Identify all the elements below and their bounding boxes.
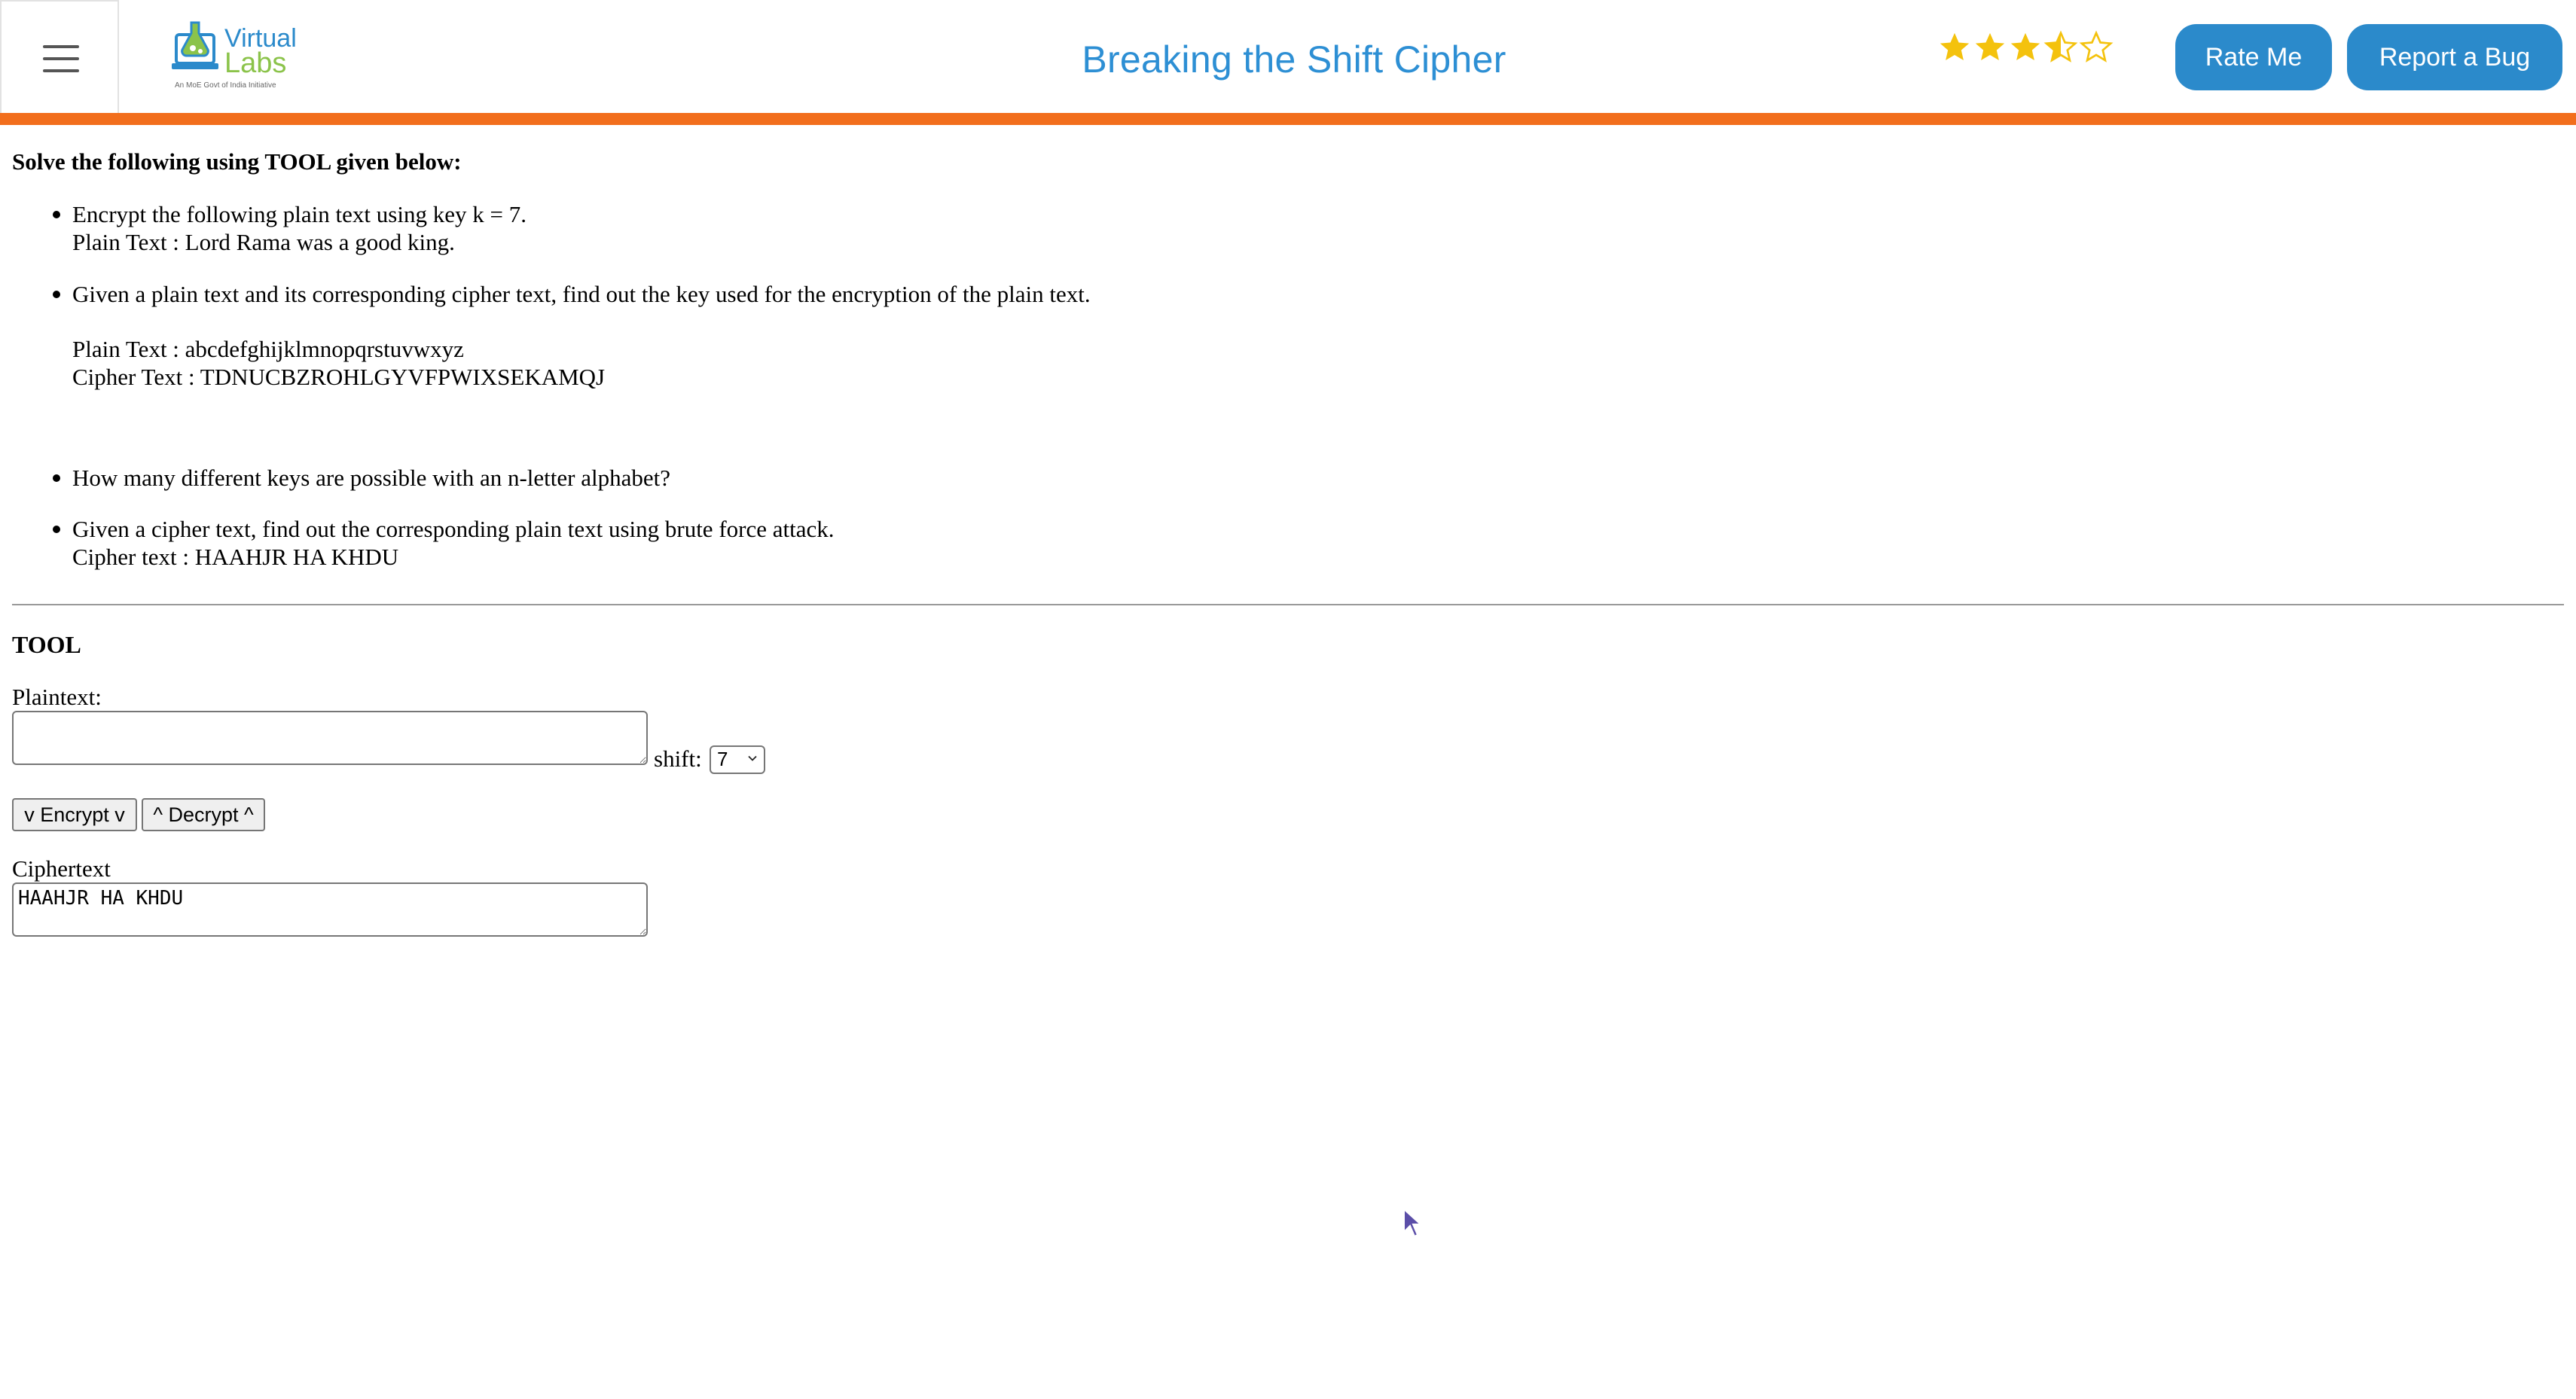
question-text: Given a plain text and its corresponding… (72, 281, 1091, 307)
hamburger-menu-icon[interactable] (0, 0, 119, 113)
question-text: How many different keys are possible wit… (72, 465, 670, 491)
star-full-icon[interactable] (2008, 30, 2043, 65)
ciphertext-input[interactable] (12, 882, 648, 937)
question-item: How many different keys are possible wit… (53, 464, 670, 492)
shift-select[interactable]: 7 (710, 745, 765, 774)
plaintext-label: Plaintext: (12, 684, 102, 710)
ciphertext-label: Ciphertext (12, 855, 111, 882)
mouse-pointer-icon (1403, 1208, 1423, 1238)
question-item: Encrypt the following plain text using k… (53, 200, 526, 256)
star-rating[interactable] (1937, 30, 2114, 72)
question-text: Cipher Text : TDNUCBZROHLGYVFPWIXSEKAMQJ (72, 364, 606, 390)
shift-selected-value: 7 (717, 748, 728, 770)
question-text: Encrypt the following plain text using k… (72, 201, 526, 227)
question-text: Cipher text : HAAHJR HA KHDU (72, 544, 399, 570)
page-title: Breaking the Shift Cipher (1082, 38, 1506, 81)
logo-tagline: An MoE Govt of India Initiative (175, 81, 276, 90)
question-item: Given a cipher text, find out the corres… (52, 515, 835, 571)
top-navbar: Virtual Labs An MoE Govt of India Initia… (0, 0, 2576, 113)
star-full-icon[interactable] (1937, 30, 1972, 65)
rate-me-button[interactable]: Rate Me (2175, 24, 2332, 90)
report-bug-button[interactable]: Report a Bug (2347, 24, 2562, 90)
decrypt-button[interactable]: ^ Decrypt ^ (142, 798, 265, 831)
star-empty-icon[interactable] (2079, 30, 2114, 65)
question-text: Given a cipher text, find out the corres… (72, 516, 835, 542)
virtual-labs-logo[interactable]: Virtual Labs An MoE Govt of India Initia… (164, 18, 307, 95)
star-full-icon[interactable] (1973, 30, 2007, 65)
plaintext-input[interactable] (12, 711, 648, 765)
tool-heading: TOOL (12, 631, 81, 658)
chevron-down-icon (748, 755, 757, 761)
shift-label: shift: (654, 745, 702, 772)
header-accent-bar (0, 113, 2576, 125)
question-text: Plain Text : abcdefghijklmnopqrstuvwxyz (72, 336, 464, 362)
logo-text-labs: Labs (224, 47, 286, 79)
star-half-icon[interactable] (2043, 30, 2078, 65)
instructions-heading: Solve the following using TOOL given bel… (12, 148, 462, 175)
section-divider (12, 604, 2564, 605)
question-item: Given a plain text and its corresponding… (53, 280, 1091, 391)
encrypt-button[interactable]: v Encrypt v (12, 798, 137, 831)
question-text: Plain Text : Lord Rama was a good king. (72, 229, 455, 255)
